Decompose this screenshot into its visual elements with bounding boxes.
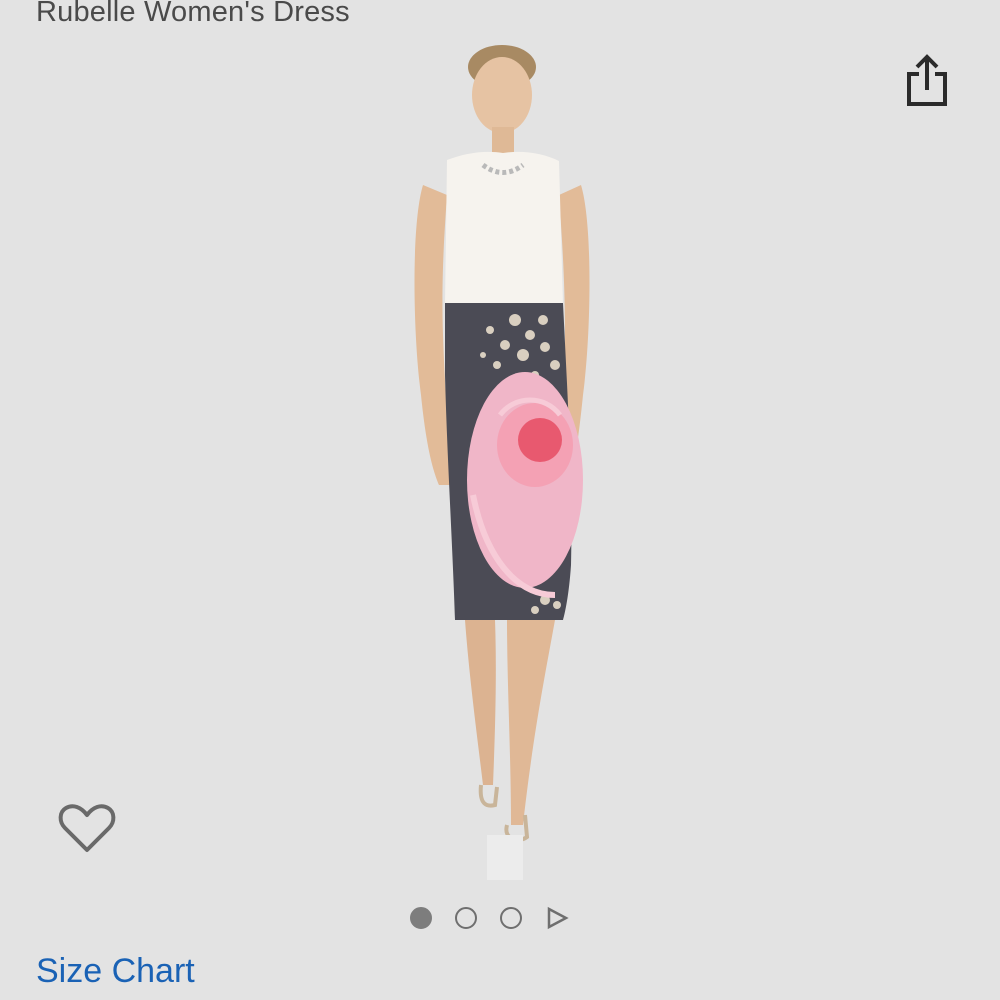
share-icon: [907, 54, 947, 106]
product-detail-screen: Rubelle Women's Dress Size Chart: [0, 0, 1000, 1000]
share-button[interactable]: [898, 50, 956, 112]
size-chart-link[interactable]: Size Chart: [36, 952, 195, 991]
product-title: Rubelle Women's Dress: [36, 0, 350, 28]
wishlist-button[interactable]: [56, 800, 118, 860]
product-image[interactable]: [395, 35, 615, 890]
dress-model-illustration: [414, 45, 590, 880]
carousel-dot-3[interactable]: [500, 907, 522, 929]
image-carousel-indicator: [410, 900, 590, 936]
carousel-dot-2[interactable]: [455, 907, 477, 929]
heart-outline-icon: [58, 804, 116, 852]
carousel-dot-1[interactable]: [410, 907, 432, 929]
video-play-icon[interactable]: [545, 906, 569, 930]
